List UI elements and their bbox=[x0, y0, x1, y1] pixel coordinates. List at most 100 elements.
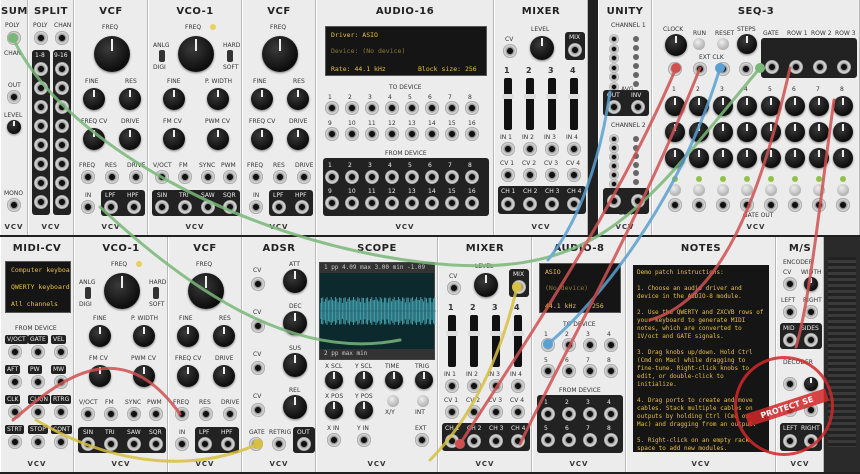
rack-empty-space[interactable] bbox=[824, 237, 860, 472]
vcf-freqcv-knob[interactable] bbox=[83, 128, 105, 150]
seq-reset-button[interactable] bbox=[717, 38, 729, 50]
split-output-12[interactable] bbox=[55, 119, 69, 133]
from-device-output-7[interactable] bbox=[445, 170, 459, 184]
seq-step-knob-r3-6[interactable] bbox=[785, 148, 805, 168]
from-device-output-14[interactable] bbox=[425, 196, 439, 210]
to-device-input-7[interactable] bbox=[583, 364, 597, 378]
mixer-mix-output[interactable] bbox=[512, 280, 526, 294]
seq-gate-output-3[interactable] bbox=[716, 198, 730, 212]
module-adsr[interactable]: ADSR ATT CV DEC CV SUS CV REL CV GATE RE… bbox=[242, 237, 316, 472]
midi-jack-output-5[interactable] bbox=[31, 375, 45, 389]
seq-step-knob-r3-7[interactable] bbox=[809, 148, 829, 168]
seq-gate-output-7[interactable] bbox=[812, 198, 826, 212]
seq-gate-button-7[interactable] bbox=[813, 184, 825, 196]
scope-xy-button[interactable] bbox=[387, 395, 399, 407]
seq-gate-output-1[interactable] bbox=[668, 198, 682, 212]
to-device-input-15[interactable] bbox=[445, 127, 459, 141]
midi-device-text[interactable]: QWERTY keyboard bbox=[11, 283, 70, 291]
unity-inv-output[interactable] bbox=[631, 100, 645, 114]
ms-enc-width-knob[interactable] bbox=[804, 277, 818, 291]
vco-sin-output[interactable] bbox=[155, 200, 169, 214]
midi-driver-text[interactable]: Computer keyboa bbox=[11, 266, 70, 274]
midi-channel-text[interactable]: All channels bbox=[11, 300, 58, 308]
adsr-sus-knob[interactable] bbox=[283, 353, 307, 377]
vco-sync-input[interactable] bbox=[201, 170, 215, 184]
mixer-cv-input-3[interactable] bbox=[489, 405, 503, 419]
mixer-ch-output-1[interactable] bbox=[445, 434, 459, 448]
vcf-drive-knob[interactable] bbox=[213, 365, 235, 387]
scope-int-button[interactable] bbox=[417, 395, 429, 407]
split-output-13[interactable] bbox=[55, 138, 69, 152]
adsr-gate-input[interactable] bbox=[249, 437, 263, 451]
from-device-output-5[interactable] bbox=[405, 170, 419, 184]
scope-yscl-knob[interactable] bbox=[355, 371, 373, 389]
module-midicv[interactable]: MIDI-CV Computer keyboa QWERTY keyboard … bbox=[0, 237, 74, 472]
unity-ch1-input-4[interactable] bbox=[609, 62, 619, 73]
scope-display[interactable]: 1 pp 4.09 max 3.00 min -1.09 2 pp max mi… bbox=[319, 262, 436, 360]
split-output-9[interactable] bbox=[55, 62, 69, 76]
unity-ch1-input-3[interactable] bbox=[609, 53, 619, 63]
module-vco1[interactable]: VCO-1 FREQ ANLG DIGI HARD SOFT FINE P. W… bbox=[148, 0, 242, 235]
vco-pwmcv-knob[interactable] bbox=[133, 365, 155, 387]
from-device-output-3[interactable] bbox=[365, 170, 379, 184]
midi-jack-output-3[interactable] bbox=[54, 345, 68, 359]
to-device-input-16[interactable] bbox=[465, 127, 479, 141]
split-output-8[interactable] bbox=[34, 195, 48, 209]
vco-saw-output[interactable] bbox=[201, 200, 215, 214]
split-output-5[interactable] bbox=[34, 138, 48, 152]
ms-enc-left-input[interactable] bbox=[783, 305, 797, 319]
split-output-1[interactable] bbox=[34, 62, 48, 76]
unity-ch1-input-5[interactable] bbox=[609, 72, 619, 82]
midi-jack-output-1[interactable] bbox=[8, 345, 22, 359]
split-output-14[interactable] bbox=[55, 157, 69, 171]
to-device-input-6[interactable] bbox=[562, 364, 576, 378]
midi-jack-output-8[interactable] bbox=[31, 405, 45, 419]
to-device-input-5[interactable] bbox=[541, 364, 555, 378]
to-device-input-2[interactable] bbox=[345, 101, 359, 115]
vcf-lpf-output[interactable] bbox=[272, 200, 286, 214]
seq-step-knob-r3-4[interactable] bbox=[737, 148, 757, 168]
vcf-freq-input[interactable] bbox=[175, 407, 189, 421]
from-device-output-16[interactable] bbox=[465, 196, 479, 210]
seq-step-knob-r2-2[interactable] bbox=[689, 122, 709, 142]
seq-gate-output-4[interactable] bbox=[740, 198, 754, 212]
module-scope[interactable]: SCOPE 1 pp 4.09 max 3.00 min -1.09 2 pp … bbox=[316, 237, 438, 472]
mixer-fader-2[interactable] bbox=[468, 315, 480, 367]
mixer-level-knob[interactable] bbox=[530, 36, 554, 60]
vco-tri-output[interactable] bbox=[178, 200, 192, 214]
from-device-output-6[interactable] bbox=[562, 433, 576, 447]
vcf-drive-input[interactable] bbox=[129, 170, 143, 184]
adsr-att-knob[interactable] bbox=[283, 269, 307, 293]
audio-device-display[interactable]: ASIO (No device) 44.1 kHz 256 bbox=[539, 263, 621, 313]
seq-reset-input[interactable] bbox=[716, 62, 730, 76]
vcf-hpf-output[interactable] bbox=[221, 437, 235, 451]
from-device-output-4[interactable] bbox=[385, 170, 399, 184]
to-device-input-2[interactable] bbox=[562, 338, 576, 352]
seq-clock-input[interactable] bbox=[668, 62, 682, 76]
unity-inv2-output[interactable] bbox=[631, 194, 645, 208]
seq-gate-button-8[interactable] bbox=[837, 184, 849, 196]
seq-step-knob-r2-1[interactable] bbox=[665, 122, 685, 142]
seq-gate-button-1[interactable] bbox=[669, 184, 681, 196]
midi-jack-output-4[interactable] bbox=[8, 375, 22, 389]
adsr-dec-knob[interactable] bbox=[283, 311, 307, 335]
midi-jack-output-6[interactable] bbox=[54, 375, 68, 389]
mixer-cv-input-1[interactable] bbox=[445, 405, 459, 419]
vcf-lpf-output[interactable] bbox=[198, 437, 212, 451]
seq-gate-button-3[interactable] bbox=[717, 184, 729, 196]
seq-step-knob-r3-3[interactable] bbox=[713, 148, 733, 168]
vcf-freqcv-knob[interactable] bbox=[251, 128, 273, 150]
unity-ch1-input-2[interactable] bbox=[609, 43, 619, 54]
seq-step-knob-r2-6[interactable] bbox=[785, 122, 805, 142]
sum-out-output[interactable] bbox=[7, 90, 21, 104]
adsr-rel-knob[interactable] bbox=[283, 395, 307, 419]
from-device-output-11[interactable] bbox=[365, 196, 379, 210]
seq-step-knob-r2-7[interactable] bbox=[809, 122, 829, 142]
adsr-dec-cv-input[interactable] bbox=[251, 319, 265, 333]
seq-step-knob-r1-2[interactable] bbox=[689, 96, 709, 116]
seq-step-knob-r3-5[interactable] bbox=[761, 148, 781, 168]
module-audio16[interactable]: AUDIO-16 Driver: ASIO Device: (No device… bbox=[316, 0, 494, 235]
to-device-input-9[interactable] bbox=[325, 127, 339, 141]
vcf-res-input[interactable] bbox=[273, 170, 287, 184]
unity-ch1-input-1[interactable] bbox=[609, 34, 619, 44]
